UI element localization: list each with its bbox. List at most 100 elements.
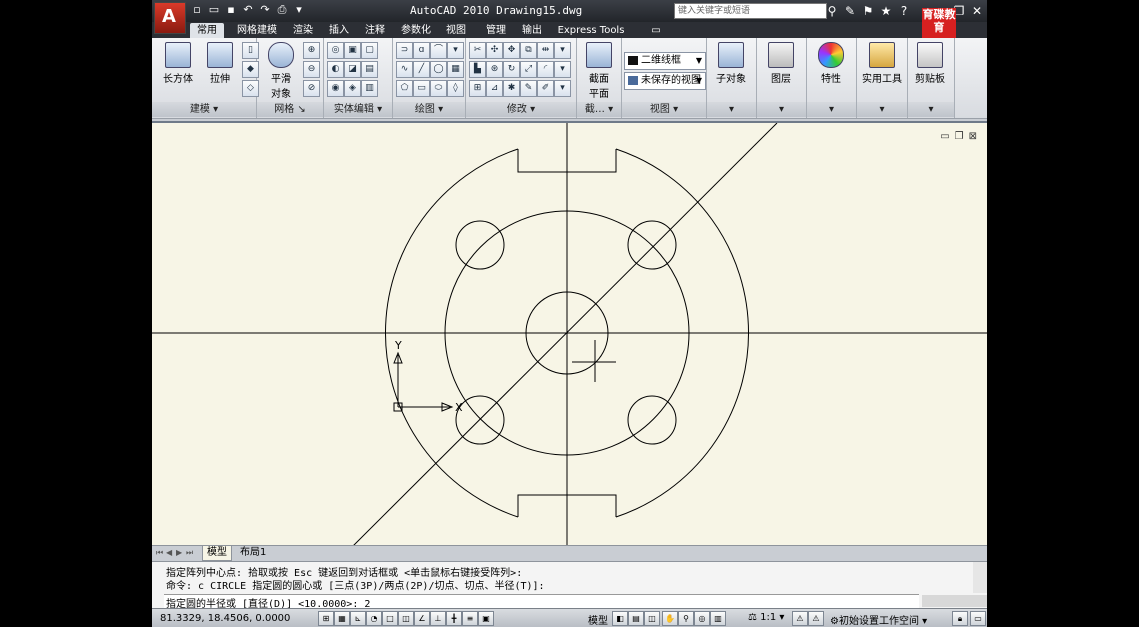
slice-icon[interactable]: ◪ [344,61,361,78]
help-icon[interactable]: ? [896,3,912,19]
polygon-icon[interactable]: ⬠ [396,80,413,97]
drawing-area[interactable]: ▭ ❐ ⊠ Y X [152,121,987,547]
tab-manage[interactable]: 管理 [482,23,510,38]
ducs-icon[interactable]: ⊥ [430,611,446,626]
print-icon[interactable]: ⎙ [275,3,289,17]
otrack-icon[interactable]: ∠ [414,611,430,626]
search-input[interactable]: 键入关键字或短语 [674,3,827,19]
circle-icon[interactable]: ◯ [430,61,447,78]
new-icon[interactable]: ▫ [190,3,204,17]
mirror-icon[interactable]: ⇹ [537,42,554,59]
3d-array-icon[interactable]: ⊛ [486,61,503,78]
explode-icon[interactable]: ✱ [503,80,520,97]
stretch-icon[interactable]: ⊞ [469,80,486,97]
open-icon[interactable]: ▭ [207,3,221,17]
next-layout-icon[interactable]: ▶ [176,548,184,558]
extrude-faces-icon[interactable]: ▢ [361,42,378,59]
align-icon[interactable]: ▙ [469,61,486,78]
polar-icon[interactable]: ◔ [366,611,382,626]
scale-icon[interactable]: ⤢ [520,61,537,78]
clean-screen-icon[interactable]: ▭ [970,611,986,626]
utilities-button[interactable]: 实用工具 [860,42,904,85]
visual-style-dropdown[interactable]: 二维线框 ▼ [624,52,706,70]
modify-more-icon-3[interactable]: ▾ [554,80,571,97]
tab-annotate[interactable]: 注释 [360,23,390,38]
application-menu-button[interactable]: A [154,2,186,34]
ortho-icon[interactable]: ⊾ [350,611,366,626]
bolt-hole-top-left[interactable] [455,220,505,270]
properties-button[interactable]: 特性 [813,42,849,85]
panel-title-draw[interactable]: 绘图 ▾ [393,102,465,117]
smooth-more-icon[interactable]: ⊕ [303,42,320,59]
dyn-icon[interactable]: ╋ [446,611,462,626]
hatch-icon[interactable]: ▦ [447,61,464,78]
zoom-icon[interactable]: ⚲ [678,611,694,626]
tab-express-tools[interactable]: Express Tools [556,23,626,38]
diagonal-line[interactable] [351,123,778,547]
copy-faces-icon[interactable]: ▣ [344,42,361,59]
polyline-icon[interactable]: ⊃ [396,42,413,59]
autoscale-icon[interactable]: ⚠ [808,611,824,626]
extrude-button[interactable]: 拉伸 [202,42,238,85]
osnap-icon[interactable]: □ [382,611,398,626]
panel-title-modify[interactable]: 修改 ▾ [466,102,576,117]
tab-mesh-modeling[interactable]: 网格建模 [232,23,282,38]
annotation-visibility-icon[interactable]: ⚠ [792,611,808,626]
helix-icon[interactable]: ɑ [413,42,430,59]
rotate-icon[interactable]: ↻ [503,61,520,78]
move-icon[interactable]: ✥ [503,42,520,59]
smooth-object-button[interactable]: 平滑 对象 [263,42,299,100]
showmotion-icon[interactable]: ▥ [710,611,726,626]
subobject-button[interactable]: 子对象 [713,42,749,85]
lineweight-icon[interactable]: ≡ [462,611,478,626]
smooth-less-icon[interactable]: ⊖ [303,61,320,78]
rectangle-icon[interactable]: ▭ [413,80,430,97]
properties-expand[interactable]: ▾ [807,102,856,117]
panel-title-view[interactable]: 视图 ▾ [622,102,706,117]
undo-icon[interactable]: ↶ [241,3,255,17]
binoculars-icon[interactable]: ⚲ [824,3,840,19]
trim-icon[interactable]: ✂ [469,42,486,59]
tab-home[interactable]: 常用 [190,23,224,38]
quickview-icon[interactable]: ◫ [644,611,660,626]
communication-icon[interactable]: ⚑ [860,3,876,19]
model-icon[interactable]: ◧ [612,611,628,626]
last-layout-icon[interactable]: ⏭ [186,548,194,558]
panel-title-mesh[interactable]: 网格 ↘ [257,102,323,117]
tab-parametric[interactable]: 参数化 [396,23,436,38]
subtract-icon[interactable]: ◐ [327,61,344,78]
grid-icon[interactable]: ▦ [334,611,350,626]
thicken-icon[interactable]: ◈ [344,80,361,97]
modify-more-icon-2[interactable]: ▾ [554,61,571,78]
intersect-icon[interactable]: ◉ [327,80,344,97]
spline-icon[interactable]: ∿ [396,61,413,78]
save-icon[interactable]: ▪ [224,3,238,17]
properties-match-icon[interactable]: ✐ [537,80,554,97]
draw-more-icon[interactable]: ▾ [447,42,464,59]
offset-icon[interactable]: ⊿ [486,80,503,97]
tab-layout1[interactable]: 布局1 [236,546,270,560]
array-icon[interactable]: ✣ [486,42,503,59]
erase-icon[interactable]: ✎ [520,80,537,97]
separate-icon[interactable]: ▥ [361,80,378,97]
subscription-icon[interactable]: ✎ [842,3,858,19]
qp-icon[interactable]: ▣ [478,611,494,626]
layout-icon[interactable]: ▤ [628,611,644,626]
fillet-icon[interactable]: ◜ [537,61,554,78]
tab-view[interactable]: 视图 [442,23,470,38]
redo-icon[interactable]: ↷ [258,3,272,17]
close-icon[interactable]: ✕ [969,3,985,19]
section-plane-button[interactable]: 截面 平面 [581,42,617,100]
tab-output[interactable]: 输出 [518,23,546,38]
panel-title-modeling[interactable]: 建模 ▾ [152,102,256,117]
command-input[interactable]: 指定圆的半径或 [直径(D)] <10.0000>: 2 [164,594,919,610]
tab-insert[interactable]: 插入 [324,23,354,38]
utilities-expand[interactable]: ▾ [857,102,907,117]
steeringwheel-icon[interactable]: ◎ [694,611,710,626]
horizontal-scrollbar[interactable] [922,595,987,607]
ribbon-toggle-icon[interactable]: ▭ [648,23,664,38]
clipboard-expand[interactable]: ▾ [908,102,954,117]
copy-icon[interactable]: ⧉ [520,42,537,59]
panel-title-section[interactable]: 截… ▾ [577,102,621,117]
ellipse-icon[interactable]: ⬭ [430,80,447,97]
